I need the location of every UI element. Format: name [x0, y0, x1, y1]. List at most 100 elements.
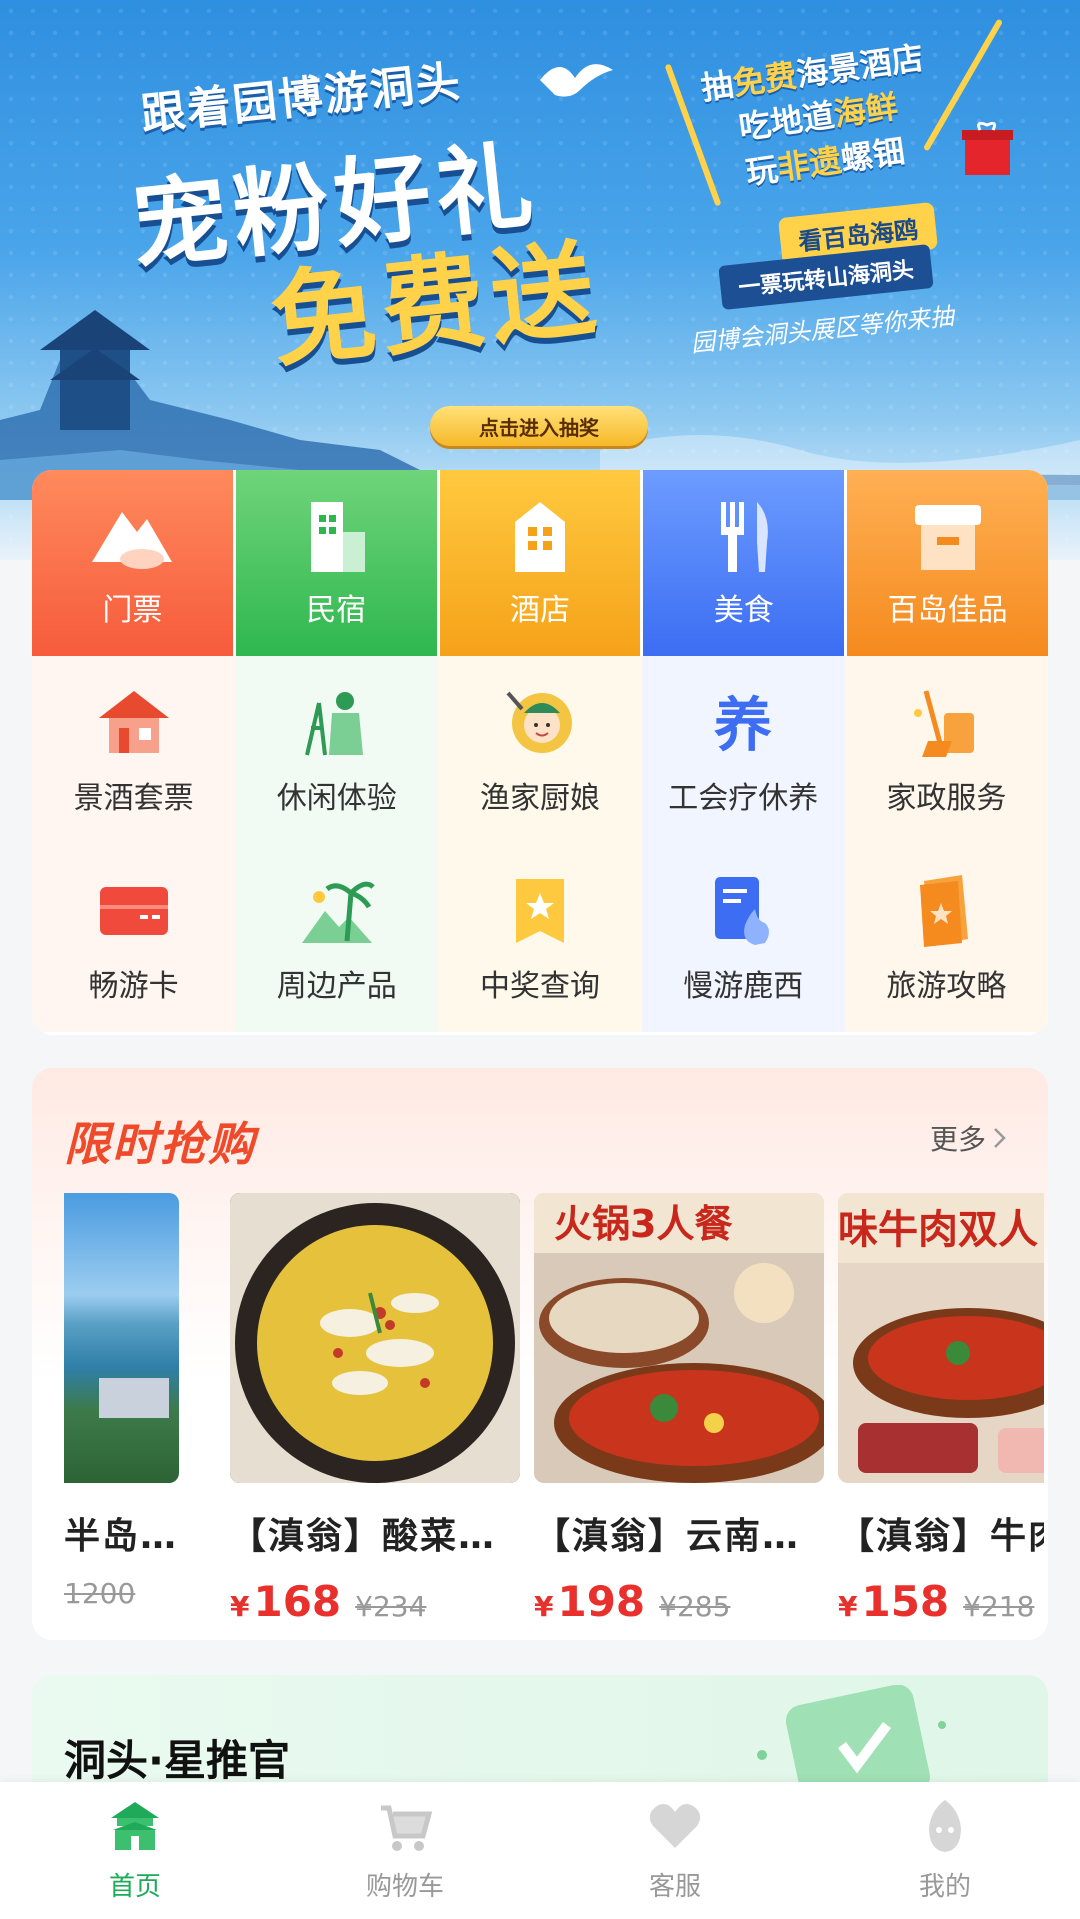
category-tour-card[interactable]: 畅游卡	[32, 844, 236, 1032]
product-carousel[interactable]: 半岛… 1200 【滇翁】酸菜… ¥168 ¥234 火锅3人餐 【滇翁】云南……	[64, 1193, 1044, 1623]
category-label: 酒店	[509, 593, 570, 628]
image-text: 火锅3人餐	[554, 1202, 732, 1246]
fisherman-icon	[304, 692, 363, 756]
original-price: ¥285	[659, 1590, 731, 1623]
category-label: 门票	[102, 593, 163, 628]
product-image-beef-hotpot: 味牛肉双人	[838, 1193, 1044, 1483]
category-label: 工会疗休养	[668, 781, 819, 816]
tab-label: 首页	[108, 1872, 161, 1902]
category-slow-tour-luxi[interactable]: 慢游鹿西	[641, 844, 845, 1032]
category-label: 民宿	[306, 593, 367, 628]
category-food[interactable]: 美食	[643, 470, 848, 656]
product-image-sauerkraut-fish	[230, 1193, 520, 1483]
sale-price: ¥158	[838, 1577, 949, 1623]
image-text: 味牛肉双人	[838, 1207, 1038, 1253]
tab-home[interactable]: 首页	[0, 1782, 270, 1919]
product-card[interactable]: 【滇翁】酸菜… ¥168 ¥234	[230, 1193, 520, 1623]
sale-price: ¥168	[230, 1577, 341, 1623]
secondary-categories-row-1: 景酒套票 休闲体验 渔家厨娘 养 工会疗休养 家政服务	[32, 656, 1048, 844]
product-image-hotpot-3: 火锅3人餐	[534, 1193, 824, 1483]
category-label: 休闲体验	[276, 781, 397, 816]
gift-icon	[962, 121, 1013, 175]
category-housekeeping[interactable]: 家政服务	[844, 656, 1048, 844]
category-tickets[interactable]: 门票	[32, 470, 236, 656]
product-name: 【滇翁】牛肉	[838, 1516, 1044, 1557]
tab-label: 客服	[648, 1872, 701, 1902]
home-pavilion-icon	[111, 1802, 159, 1850]
product-card[interactable]: 半岛… 1200	[64, 1193, 179, 1610]
guide-book-icon	[920, 875, 969, 947]
product-prices: 1200	[64, 1577, 179, 1610]
category-label: 旅游攻略	[886, 969, 1007, 1004]
tab-label: 我的	[918, 1872, 971, 1902]
chevron-right-icon	[994, 1128, 1006, 1148]
price-value: 158	[861, 1577, 950, 1623]
category-grid: 门票 民宿 酒店 美食 百岛佳品 景酒套票 休闲体验 渔家厨娘 养 工会疗休养 …	[32, 470, 1048, 1035]
category-leisure-experience[interactable]: 休闲体验	[235, 656, 439, 844]
price-value: 198	[557, 1577, 646, 1623]
fork-knife-icon	[720, 502, 768, 572]
category-scenic-hotel-package[interactable]: 景酒套票	[32, 656, 236, 844]
category-hotel[interactable]: 酒店	[439, 470, 644, 656]
tab-customer-service[interactable]: 客服	[540, 1782, 810, 1919]
recuperate-character-icon: 养	[714, 691, 772, 759]
cart-icon	[381, 1805, 433, 1851]
product-prices: ¥168 ¥234	[230, 1577, 520, 1623]
category-label: 畅游卡	[88, 969, 179, 1004]
category-label: 慢游鹿西	[683, 969, 804, 1004]
category-label: 渔家厨娘	[480, 781, 600, 816]
price-value: 168	[253, 1577, 342, 1623]
tab-label: 购物车	[365, 1872, 444, 1902]
flash-sale-section: 限时抢购 更多 半岛… 1200 【滇翁】酸菜… ¥168 ¥234 火锅3人餐…	[32, 1068, 1048, 1640]
lottery-button[interactable]: 点击进入抽奖	[430, 406, 648, 446]
card-icon	[99, 887, 168, 935]
category-label: 周边产品	[276, 969, 397, 1004]
original-price: 1200	[64, 1577, 136, 1610]
tab-cart[interactable]: 购物车	[270, 1782, 540, 1919]
more-label: 更多	[929, 1123, 986, 1156]
primary-categories: 门票 民宿 酒店 美食 百岛佳品	[32, 470, 1048, 656]
document-fire-icon	[715, 877, 770, 945]
building-shape	[99, 1378, 169, 1418]
category-travel-guide[interactable]: 旅游攻略	[844, 844, 1048, 1032]
mountain-ticket-icon	[92, 512, 173, 569]
profile-icon	[929, 1800, 961, 1852]
category-label: 美食	[713, 593, 774, 628]
category-label: 家政服务	[886, 781, 1007, 816]
product-prices: ¥158 ¥218	[838, 1577, 1044, 1623]
chef-woman-icon	[506, 691, 572, 753]
category-prize-query[interactable]: 中奖查询	[438, 844, 642, 1032]
category-peripheral-products[interactable]: 周边产品	[235, 844, 439, 1032]
pavilion-icon	[98, 691, 169, 753]
hotel-building-icon	[514, 502, 565, 572]
flash-sale-title: 限时抢购	[64, 1117, 256, 1171]
seagull-icon	[540, 64, 613, 97]
product-card[interactable]: 味牛肉双人 【滇翁】牛肉 ¥158 ¥218	[838, 1193, 1044, 1623]
currency-symbol: ¥	[838, 1590, 858, 1623]
product-image-island	[64, 1193, 179, 1483]
original-price: ¥218	[963, 1590, 1035, 1623]
category-label: 中奖查询	[480, 969, 600, 1004]
category-specialties[interactable]: 百岛佳品	[847, 470, 1048, 656]
category-union-recuperation[interactable]: 养 工会疗休养	[641, 656, 845, 844]
homestay-building-icon	[311, 502, 366, 572]
product-name: 【滇翁】云南…	[534, 1516, 801, 1557]
more-link[interactable]: 更多	[930, 1118, 1008, 1158]
prize-bookmark-icon	[516, 879, 564, 943]
product-name: 半岛…	[64, 1516, 179, 1557]
original-price: ¥234	[355, 1590, 427, 1623]
cleaning-broom-icon	[914, 690, 975, 757]
category-fisher-cook[interactable]: 渔家厨娘	[438, 656, 642, 844]
category-label: 百岛佳品	[887, 593, 1008, 628]
category-homestay[interactable]: 民宿	[235, 470, 440, 656]
product-prices: ¥198 ¥285	[534, 1577, 824, 1623]
heart-service-icon	[649, 1804, 701, 1848]
beef-hotpot-illustration: 味牛肉双人	[838, 1193, 1044, 1483]
svg-text:养: 养	[714, 691, 772, 759]
bottom-tab-bar: 首页 购物车 客服 我的	[0, 1782, 1080, 1919]
product-card[interactable]: 火锅3人餐 【滇翁】云南… ¥198 ¥285	[534, 1193, 824, 1623]
shop-icon	[914, 505, 981, 570]
secondary-categories-row-2: 畅游卡 周边产品 中奖查询 慢游鹿西 旅游攻略	[32, 844, 1048, 1032]
tab-profile[interactable]: 我的	[810, 1782, 1080, 1919]
fish-dish-illustration	[230, 1193, 520, 1483]
